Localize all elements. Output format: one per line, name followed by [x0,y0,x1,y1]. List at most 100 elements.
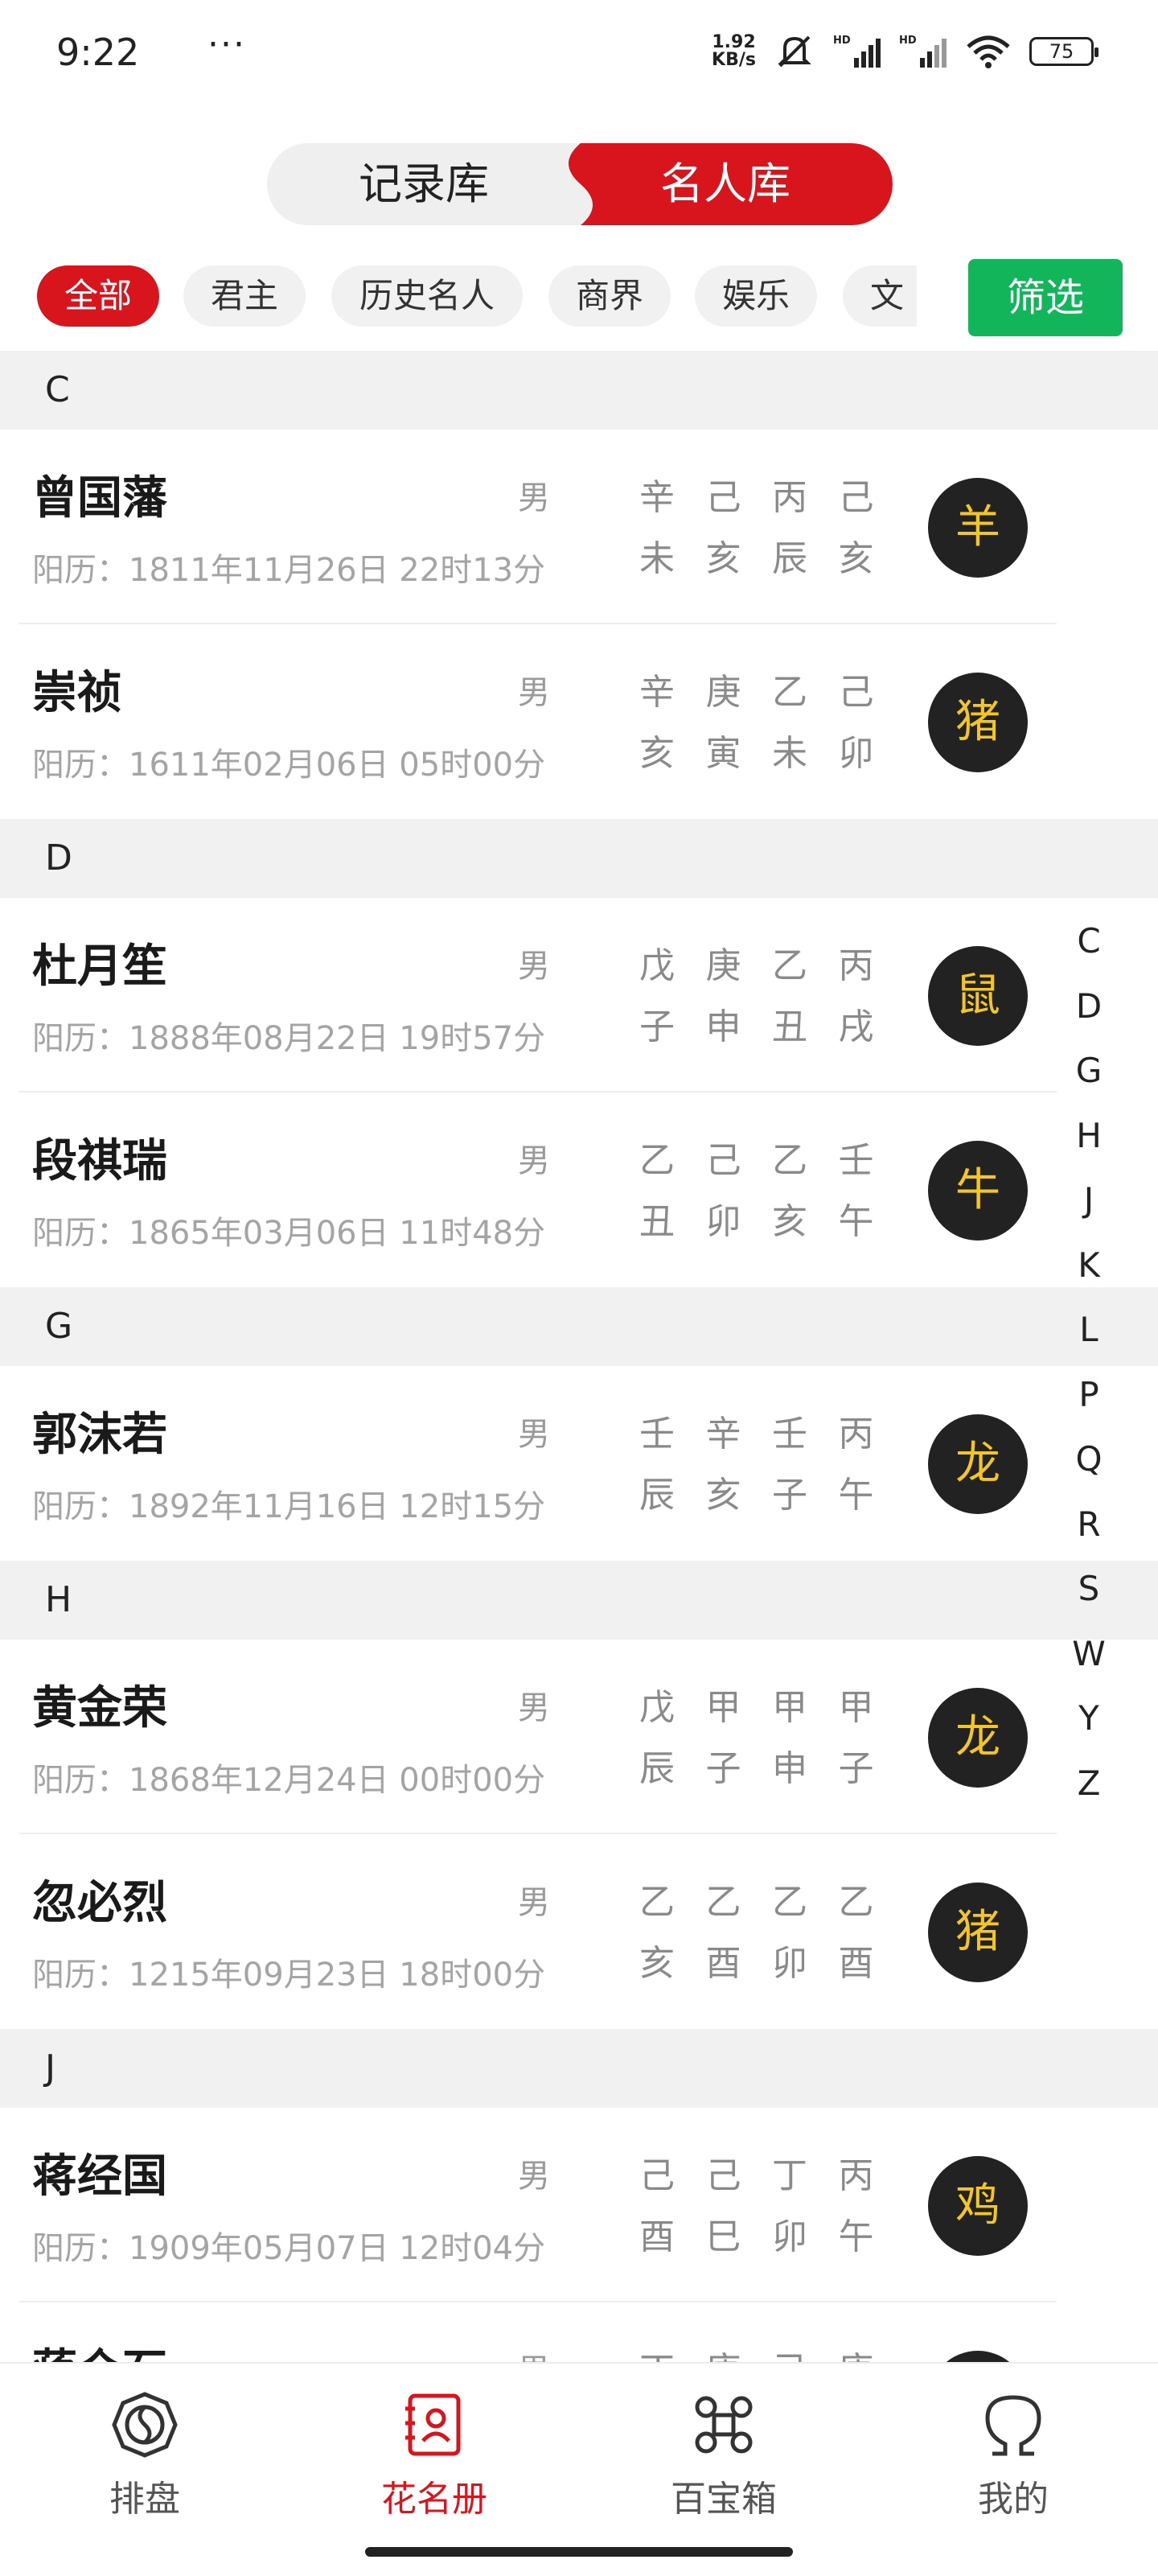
section-header: C [0,351,1158,430]
person-gender: 男 [518,948,550,985]
stem: 乙 [838,1882,874,1923]
index-letter-h[interactable]: H [1058,1104,1119,1169]
branch: 午 [838,1201,874,1242]
branch: 辰 [772,538,807,579]
chip-business[interactable]: 商界 [548,265,671,327]
person-birth-date: 阳历：1215年09月23日 18时00分 [32,1957,546,1994]
branch: 申 [772,1748,807,1789]
zodiac-badge: 羊 [928,478,1028,578]
section-header: G [0,1287,1158,1366]
branch: 酉 [838,1943,874,1984]
person-gender: 男 [518,1689,550,1726]
home-indicator[interactable] [365,2547,793,2557]
stem: 甲 [772,1687,807,1728]
person-gender: 男 [518,479,550,516]
stem: 乙 [705,1882,741,1923]
list-item[interactable]: 段祺瑞 男 阳历：1865年03月06日 11时48分 乙己乙壬 丑卯亥午 牛 [0,1093,1158,1287]
chip-culture[interactable]: 文 [843,265,917,327]
stem: 辛 [639,672,675,713]
branch: 午 [838,2216,874,2257]
index-letter-g[interactable]: G [1058,1039,1119,1104]
library-switch: 记录库 名人库 [267,143,893,225]
stem: 甲 [838,1687,874,1728]
chip-entertainment[interactable]: 娱乐 [695,265,817,327]
stem: 庚 [705,945,741,986]
nav-mine[interactable]: 我的 [933,2385,1094,2521]
stem: 乙 [772,945,807,986]
battery-icon: 75 [1029,37,1098,66]
status-icons: 1.92 KB/s HD HD 75 [712,31,1098,72]
branch: 亥 [838,538,874,579]
signal-hd-label: HD [833,35,851,47]
index-letter-r[interactable]: R [1058,1492,1119,1558]
nav-toolbox[interactable]: 百宝箱 [643,2385,804,2521]
nav-label: 花名册 [381,2479,487,2520]
signal-icon: HD [899,34,947,69]
index-letter-j[interactable]: J [1058,1168,1119,1233]
list-item[interactable]: 忽必烈 男 阳历：1215年09月23日 18时00分 乙乙乙乙 亥酉卯酉 猪 [0,1834,1158,2029]
index-letter-k[interactable]: K [1058,1233,1119,1298]
bazi-chart: 辛庚乙己 亥寅未卯 [639,663,905,785]
heavenly-stems: 己己丁丙 [639,2146,905,2208]
bazi-chart: 乙乙乙乙 亥酉卯酉 [639,1873,905,1995]
profile-icon [933,2385,1094,2465]
stem: 己 [639,2155,675,2196]
list-item[interactable]: 曾国藩 男 阳历：1811年11月26日 22时13分 辛己丙己 未亥辰亥 羊 [0,430,1158,624]
earthly-branches: 辰亥子午 [639,1466,905,1527]
earthly-branches: 酉巳卯午 [639,2208,905,2269]
stem: 庚 [705,672,741,713]
chip-historical[interactable]: 历史名人 [331,265,523,327]
person-name: 崇祯 [32,667,122,719]
list-item[interactable]: 崇祯 男 阳历：1611年02月06日 05时00分 辛庚乙己 亥寅未卯 猪 [0,624,1158,819]
index-letter-p[interactable]: P [1058,1363,1119,1428]
index-letter-d[interactable]: D [1058,974,1119,1039]
stem: 辛 [639,477,675,518]
branch: 酉 [639,2216,675,2257]
person-birth-date: 阳历：1892年11月16日 12时15分 [32,1488,546,1525]
signal-hd-label: HD [899,35,917,47]
index-letter-c[interactable]: C [1058,909,1119,974]
chip-all[interactable]: 全部 [37,265,159,327]
list-item[interactable]: 黄金荣 男 阳历：1868年12月24日 00时00分 戊甲甲甲 辰子申子 龙 [0,1640,1158,1834]
stem: 己 [705,1140,741,1181]
earthly-branches: 辰子申子 [639,1739,905,1800]
index-letter-q[interactable]: Q [1058,1427,1119,1492]
nav-paipan[interactable]: 排盘 [64,2385,225,2521]
chip-monarch[interactable]: 君主 [183,265,306,327]
filter-button[interactable]: 筛选 [968,259,1123,336]
list-item[interactable]: 杜月笙 男 阳历：1888年08月22日 19时57分 戊庚乙丙 子申丑戌 鼠 [0,898,1158,1093]
more-dots-icon: ··· [207,24,246,65]
network-speed: 1.92 KB/s [712,34,756,69]
earthly-branches: 未亥辰亥 [639,529,905,591]
bazi-chart: 戊甲甲甲 辰子申子 [639,1678,905,1800]
branch: 子 [838,1748,874,1789]
branch: 寅 [705,733,741,774]
list-item[interactable]: 郭沫若 男 阳历：1892年11月16日 12时15分 壬辛壬丙 辰亥子午 龙 [0,1366,1158,1561]
stem: 戊 [639,1687,675,1728]
list-item[interactable]: 蒋经国 男 阳历：1909年05月07日 12时04分 己己丁丙 酉巳卯午 鸡 [0,2108,1158,2302]
stem: 乙 [772,1882,807,1923]
tab-celebrity-library[interactable]: 名人库 [597,143,854,225]
person-name: 黄金荣 [32,1682,167,1734]
mute-icon [774,31,815,72]
earthly-branches: 丑卯亥午 [639,1192,905,1253]
branch: 卯 [838,733,874,774]
zodiac-badge: 牛 [928,1141,1028,1241]
index-letter-w[interactable]: W [1058,1622,1119,1687]
network-speed-unit: KB/s [712,50,756,70]
network-speed-value: 1.92 [712,32,756,52]
heavenly-stems: 壬辛壬丙 [639,1405,905,1466]
tab-record-library[interactable]: 记录库 [267,143,581,225]
index-letter-s[interactable]: S [1058,1557,1119,1622]
branch: 卯 [705,1201,741,1242]
branch: 酉 [705,1943,741,1984]
nav-roster[interactable]: 花名册 [354,2385,515,2521]
index-letter-z[interactable]: Z [1058,1751,1119,1817]
index-letter-y[interactable]: Y [1058,1686,1119,1751]
stem: 己 [705,2155,741,2196]
branch: 亥 [639,1943,675,1984]
nav-label: 百宝箱 [671,2479,777,2520]
stem: 乙 [639,1140,675,1181]
command-icon [643,2385,804,2465]
index-letter-l[interactable]: L [1058,1298,1119,1363]
